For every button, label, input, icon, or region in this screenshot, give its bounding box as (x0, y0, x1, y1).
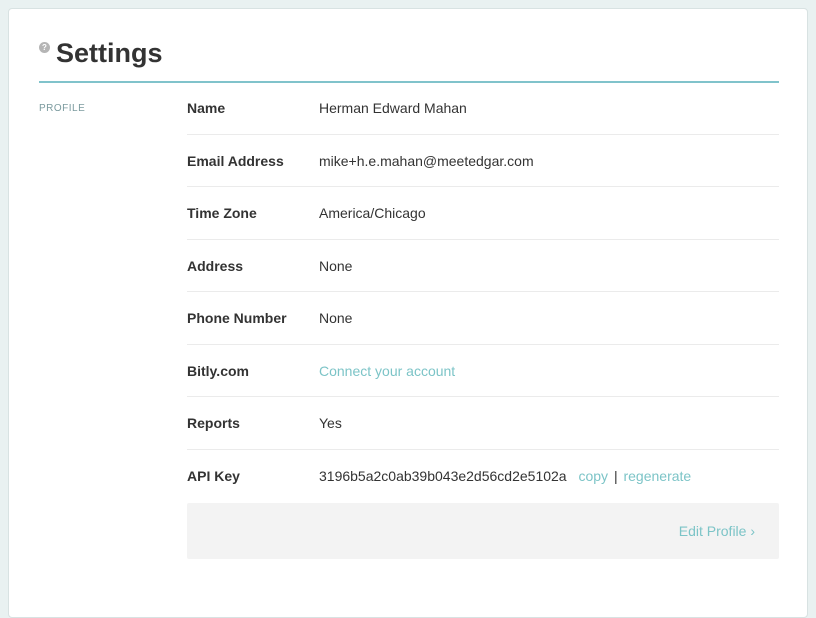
copy-api-key-link[interactable]: copy (578, 468, 608, 484)
edit-profile-link[interactable]: Edit Profile › (679, 523, 755, 539)
row-value: America/Chicago (319, 205, 426, 221)
section-label-profile: PROFILE (39, 103, 86, 114)
profile-list: Name Herman Edward Mahan Email Address m… (187, 82, 779, 502)
row-label: Bitly.com (187, 362, 249, 379)
settings-header: ? Settings (39, 37, 779, 83)
profile-row-timezone: Time Zone America/Chicago (187, 187, 779, 240)
profile-row-address: Address None (187, 240, 779, 292)
api-key-value: 3196b5a2c0ab39b043e2d56cd2e5102a (319, 467, 567, 484)
row-value: mike+h.e.mahan@meetedgar.com (319, 152, 534, 169)
row-label: Email Address (187, 152, 284, 169)
row-label: API Key (187, 467, 240, 484)
api-key-actions: copy | regenerate (578, 468, 691, 484)
settings-card: ? Settings PROFILE Name Herman Edward Ma… (8, 8, 808, 618)
profile-row-name: Name Herman Edward Mahan (187, 82, 779, 135)
profile-footer: Edit Profile › (187, 503, 779, 559)
profile-row-api-key: API Key 3196b5a2c0ab39b043e2d56cd2e5102a… (187, 450, 779, 503)
connect-bitly-link[interactable]: Connect your account (319, 363, 455, 379)
row-value: Yes (319, 415, 342, 431)
row-value: None (319, 257, 353, 274)
page-title: Settings (56, 38, 163, 68)
row-label: Address (187, 257, 244, 274)
regenerate-api-key-link[interactable]: regenerate (623, 468, 691, 484)
row-label: Name (187, 100, 226, 116)
row-label: Reports (187, 415, 240, 431)
row-value: Herman Edward Mahan (319, 100, 467, 116)
profile-row-reports: Reports Yes (187, 397, 779, 450)
link-separator: | (613, 467, 618, 484)
profile-row-phone: Phone Number None (187, 292, 779, 345)
row-label: Phone Number (187, 310, 287, 326)
api-key-container: 3196b5a2c0ab39b043e2d56cd2e5102a copy | … (319, 468, 691, 484)
profile-row-email: Email Address mike+h.e.mahan@meetedgar.c… (187, 135, 779, 187)
help-icon[interactable]: ? (39, 42, 50, 53)
profile-row-bitly: Bitly.com Connect your account (187, 345, 779, 397)
row-label: Time Zone (187, 205, 257, 221)
row-value: None (319, 310, 353, 326)
